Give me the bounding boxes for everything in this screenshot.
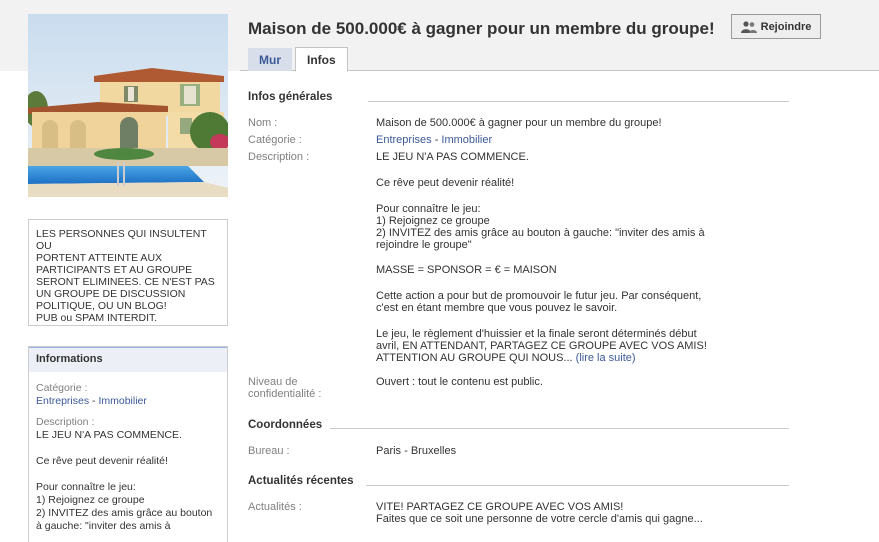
description-p4: MASSE = SPONSOR = € = MAISON bbox=[376, 264, 557, 276]
description-p5: Cette action a pour but de promouvoir le… bbox=[376, 290, 702, 314]
description-p3: Pour connaître le jeu: 1) Rejoignez ce g… bbox=[376, 203, 705, 251]
sidebar-description-text: LE JEU N'A PAS COMMENCE. Ce rêve peut de… bbox=[36, 429, 213, 532]
description-p2: Ce rêve peut devenir réalité! bbox=[376, 177, 515, 189]
informations-box: Informations Catégorie : Entreprises - I… bbox=[28, 346, 228, 542]
description-p6: Le jeu, le règlement d'huissier et la fi… bbox=[376, 328, 707, 364]
sidebar-category-value: Entreprises - Immobilier bbox=[36, 395, 220, 408]
privacy-label: Niveau de confidentialité : bbox=[248, 376, 322, 400]
tab-mur[interactable]: Mur bbox=[248, 48, 292, 71]
description-label: Description : bbox=[248, 151, 310, 163]
page-title: Maison de 500.000€ à gagner pour un memb… bbox=[248, 19, 715, 38]
name-label: Nom : bbox=[248, 117, 278, 129]
tab-bar: Mur Infos bbox=[248, 47, 348, 72]
sidebar-description-label: Description : bbox=[36, 416, 95, 428]
section-contact-line bbox=[330, 428, 789, 429]
category-label: Catégorie : bbox=[248, 134, 302, 146]
name-value: Maison de 500.000€ à gagner pour un memb… bbox=[376, 117, 662, 129]
category-value: Entreprises - Immobilier bbox=[376, 134, 716, 146]
description-p1: LE JEU N'A PAS COMMENCE. bbox=[376, 151, 529, 163]
description-value: LE JEU N'A PAS COMMENCE. Ce rêve peut de… bbox=[376, 151, 716, 364]
office-value: Paris - Bruxelles bbox=[376, 445, 457, 457]
informations-body: Catégorie : Entreprises - Immobilier Des… bbox=[29, 372, 227, 533]
category-sep: - bbox=[431, 134, 442, 146]
tab-infos[interactable]: Infos bbox=[295, 47, 348, 72]
sidebar-category-link-entreprises[interactable]: Entreprises bbox=[36, 395, 89, 407]
section-news-line bbox=[366, 485, 789, 486]
house-picture bbox=[28, 14, 228, 197]
news-value: VITE! PARTAGEZ CE GROUPE AVEC VOS AMIS! … bbox=[376, 501, 703, 525]
join-button-label: Rejoindre bbox=[760, 20, 812, 33]
section-news-title: Actualités récentes bbox=[248, 475, 354, 487]
news-label: Actualités : bbox=[248, 501, 302, 513]
notice-text: LES PERSONNES QUI INSULTENT OU PORTENT A… bbox=[36, 228, 215, 324]
description-p6-wrap: Le jeu, le règlement d'huissier et la fi… bbox=[376, 328, 716, 364]
group-photo[interactable] bbox=[28, 14, 228, 197]
section-general-title: Infos générales bbox=[248, 91, 333, 103]
sidebar-category-label: Catégorie : bbox=[36, 382, 88, 394]
category-link-entreprises[interactable]: Entreprises bbox=[376, 134, 432, 146]
add-friend-icon bbox=[740, 20, 757, 33]
sidebar-category-link-immobilier[interactable]: Immobilier bbox=[98, 395, 146, 407]
privacy-value: Ouvert : tout le contenu est public. bbox=[376, 376, 543, 388]
join-button[interactable]: Rejoindre bbox=[731, 14, 821, 39]
section-contact-title: Coordonnées bbox=[248, 419, 323, 431]
group-notice: LES PERSONNES QUI INSULTENT OU PORTENT A… bbox=[28, 219, 228, 326]
read-more-link[interactable]: (lire la suite) bbox=[576, 352, 636, 364]
informations-title: Informations bbox=[29, 347, 227, 372]
section-general-line bbox=[368, 101, 789, 102]
category-link-immobilier[interactable]: Immobilier bbox=[441, 134, 492, 146]
office-label: Bureau : bbox=[248, 445, 290, 457]
